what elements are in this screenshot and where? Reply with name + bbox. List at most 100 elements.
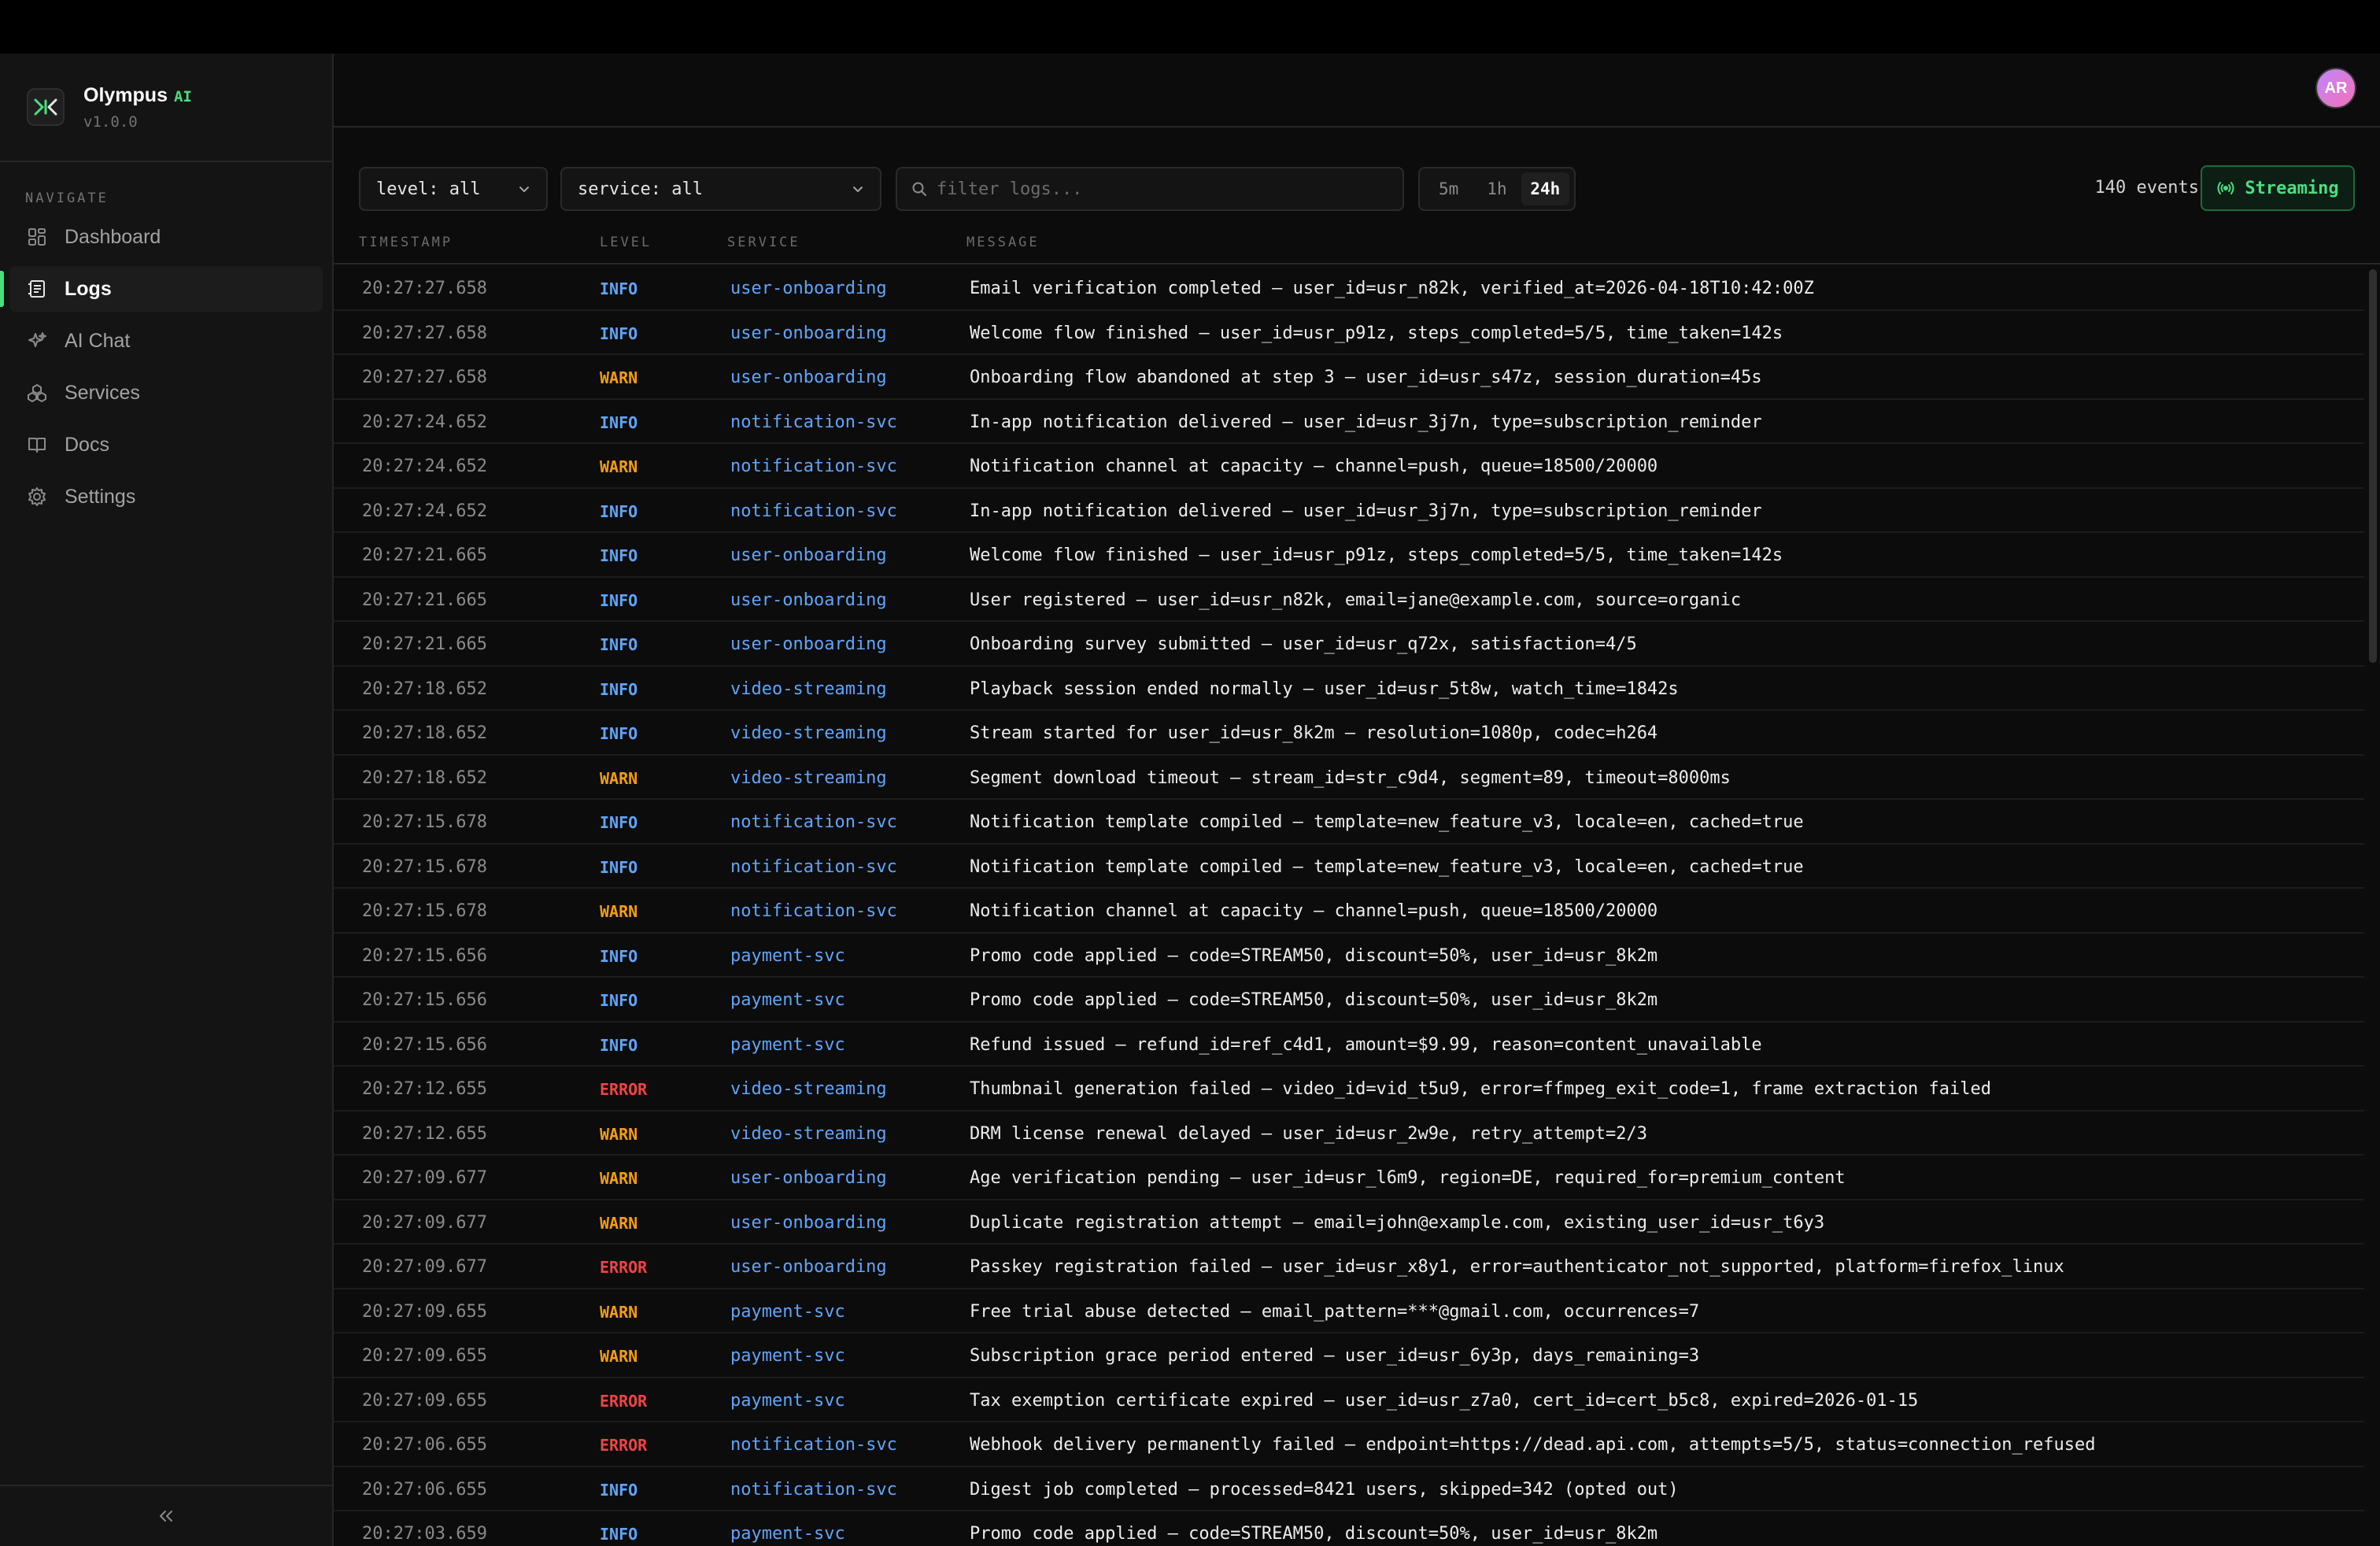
table-row[interactable]: 20:27:15.656 INFO payment-svc Promo code ap… <box>334 934 2364 978</box>
streaming-label: Streaming <box>2245 178 2339 198</box>
table-row[interactable]: 20:27:15.656 INFO payment-svc Refund issued… <box>334 1023 2364 1067</box>
services-icon <box>25 381 49 405</box>
log-level-badge: INFO <box>600 501 638 521</box>
log-table-header: TIMESTAMP LEVEL SERVICE MESSAGE <box>334 220 2380 263</box>
log-service: notification-svc <box>730 501 897 521</box>
collapse-sidebar-button[interactable] <box>0 1485 332 1546</box>
log-timestamp: 20:27:09.655 <box>362 1301 487 1322</box>
log-timestamp: 20:27:21.665 <box>362 590 487 610</box>
log-timestamp: 20:27:15.656 <box>362 990 487 1010</box>
dashboard-icon <box>25 225 49 249</box>
table-row[interactable]: 20:27:12.655 WARN video-streaming DRM licen… <box>334 1111 2364 1156</box>
table-row[interactable]: 20:27:09.677 WARN user-onboarding Duplicate… <box>334 1200 2364 1245</box>
table-row[interactable]: 20:27:27.658 INFO user-onboarding Welcome f… <box>334 311 2364 355</box>
level-filter-value: level: all <box>376 179 481 199</box>
log-level-badge: WARN <box>600 457 638 476</box>
log-message: Age verification pending — user_id=usr_l… <box>970 1168 1846 1188</box>
log-timestamp: 20:27:24.652 <box>362 412 487 432</box>
log-service: payment-svc <box>730 1346 845 1366</box>
table-row[interactable]: 20:27:06.655 ERROR notification-svc Webhook… <box>334 1422 2364 1467</box>
log-level-badge: WARN <box>600 1347 638 1366</box>
streaming-toggle-button[interactable]: Streaming <box>2201 165 2355 211</box>
log-message: Notification channel at capacity — chann… <box>970 901 1658 921</box>
column-header-timestamp[interactable]: TIMESTAMP <box>359 235 453 250</box>
sidebar-item-services[interactable]: Services <box>9 370 323 416</box>
log-timestamp: 20:27:15.656 <box>362 1034 487 1055</box>
column-header-service[interactable]: SERVICE <box>727 235 800 250</box>
range-1h-button[interactable]: 1h <box>1473 172 1521 205</box>
table-row[interactable]: 20:27:24.652 INFO notification-svc In-app n… <box>334 489 2364 533</box>
log-level-badge: INFO <box>600 1525 638 1544</box>
table-row[interactable]: 20:27:24.652 WARN notification-svc Notifica… <box>334 444 2364 489</box>
log-message: DRM license renewal delayed — user_id=us… <box>970 1123 1647 1144</box>
table-row[interactable]: 20:27:09.655 WARN payment-svc Free trial ab… <box>334 1289 2364 1333</box>
avatar[interactable]: AR <box>2315 68 2356 109</box>
column-header-message[interactable]: MESSAGE <box>966 235 1040 250</box>
broadcast-icon <box>2217 182 2234 194</box>
table-row[interactable]: 20:27:09.655 ERROR payment-svc Tax exemptio… <box>334 1378 2364 1422</box>
table-row[interactable]: 20:27:09.655 WARN payment-svc Subscription … <box>334 1333 2364 1378</box>
log-message: Notification channel at capacity — chann… <box>970 457 1658 476</box>
log-timestamp: 20:27:27.658 <box>362 368 487 387</box>
log-message: Playback session ended normally — user_i… <box>970 679 1679 699</box>
table-row[interactable]: 20:27:09.677 ERROR user-onboarding Passkey … <box>334 1245 2364 1289</box>
log-service: user-onboarding <box>730 368 887 387</box>
table-row[interactable]: 20:27:06.655 INFO notification-svc Digest j… <box>334 1467 2364 1511</box>
window-top-bar <box>0 0 2380 54</box>
log-message: Digest job completed — processed=8421 us… <box>970 1479 1679 1500</box>
book-icon <box>25 433 49 457</box>
range-5m-button[interactable]: 5m <box>1425 172 1473 205</box>
table-row[interactable]: 20:27:15.678 WARN notification-svc Notifica… <box>334 889 2364 934</box>
log-timestamp: 20:27:24.652 <box>362 501 487 521</box>
chevron-down-icon <box>853 187 863 192</box>
table-row[interactable]: 20:27:18.652 INFO video-streaming Playback … <box>334 667 2364 711</box>
scrollbar-thumb[interactable] <box>2369 269 2377 663</box>
log-timestamp: 20:27:09.677 <box>362 1168 487 1188</box>
log-service: user-onboarding <box>730 634 887 654</box>
log-scrollbar[interactable] <box>2364 266 2380 1546</box>
table-row[interactable]: 20:27:27.658 WARN user-onboarding Onboardin… <box>334 355 2364 400</box>
brand-ai-tag: AI <box>173 87 192 105</box>
table-row[interactable]: 20:27:18.652 WARN video-streaming Segment d… <box>334 756 2364 800</box>
table-row[interactable]: 20:27:21.665 INFO user-onboarding User regi… <box>334 578 2364 622</box>
level-filter-select[interactable]: level: all <box>359 167 548 211</box>
range-24h-button[interactable]: 24h <box>1521 172 1569 205</box>
sidebar-item-dashboard[interactable]: Dashboard <box>9 214 323 260</box>
table-row[interactable]: 20:27:09.677 WARN user-onboarding Age verif… <box>334 1156 2364 1200</box>
log-service: notification-svc <box>730 812 897 832</box>
table-row[interactable]: 20:27:15.656 INFO payment-svc Promo code ap… <box>334 978 2364 1023</box>
sidebar-item-docs[interactable]: Docs <box>9 422 323 468</box>
sidebar-item-settings[interactable]: Settings <box>9 474 323 520</box>
log-timestamp: 20:27:18.652 <box>362 723 487 743</box>
log-message: Passkey registration failed — user_id=us… <box>970 1257 2064 1277</box>
service-filter-select[interactable]: service: all <box>560 167 881 211</box>
table-row[interactable]: 20:27:27.658 INFO user-onboarding Email ver… <box>334 266 2364 311</box>
log-message: Notification template compiled — templat… <box>970 812 1804 832</box>
search-input[interactable] <box>937 179 1393 199</box>
log-level-badge: INFO <box>600 1035 638 1055</box>
log-service: notification-svc <box>730 412 897 432</box>
log-message: Promo code applied — code=STREAM50, disc… <box>970 990 1658 1010</box>
log-service: payment-svc <box>730 945 845 966</box>
log-level-badge: ERROR <box>600 1080 648 1099</box>
table-row[interactable]: 20:27:18.652 INFO video-streaming Stream st… <box>334 711 2364 756</box>
log-message: Thumbnail generation failed — video_id=v… <box>970 1079 1992 1099</box>
log-level-badge: INFO <box>600 857 638 877</box>
table-row[interactable]: 20:27:24.652 INFO notification-svc In-app n… <box>334 400 2364 444</box>
sidebar-item-logs[interactable]: Logs <box>0 266 323 312</box>
nav-list: Dashboard Logs AI Chat Services Docs Set… <box>0 214 332 520</box>
brand-version: v1.0.0 <box>83 113 138 131</box>
olympus-logo-icon[interactable] <box>27 88 65 126</box>
table-row[interactable]: 20:27:15.678 INFO notification-svc Notifica… <box>334 845 2364 889</box>
table-row[interactable]: 20:27:15.678 INFO notification-svc Notifica… <box>334 800 2364 845</box>
table-row[interactable]: 20:27:21.665 INFO user-onboarding Welcome f… <box>334 533 2364 578</box>
log-level-badge: ERROR <box>600 1258 648 1277</box>
column-header-level[interactable]: LEVEL <box>600 235 652 250</box>
log-timestamp: 20:27:06.655 <box>362 1435 487 1455</box>
table-row[interactable]: 20:27:21.665 INFO user-onboarding Onboardin… <box>334 622 2364 667</box>
sidebar-item-ai-chat[interactable]: AI Chat <box>9 318 323 364</box>
log-message: Duplicate registration attempt — email=j… <box>970 1212 1825 1233</box>
log-service: payment-svc <box>730 1034 845 1055</box>
table-row[interactable]: 20:27:03.659 INFO payment-svc Promo code ap… <box>334 1511 2364 1546</box>
table-row[interactable]: 20:27:12.655 ERROR video-streaming Thumbnai… <box>334 1067 2364 1111</box>
